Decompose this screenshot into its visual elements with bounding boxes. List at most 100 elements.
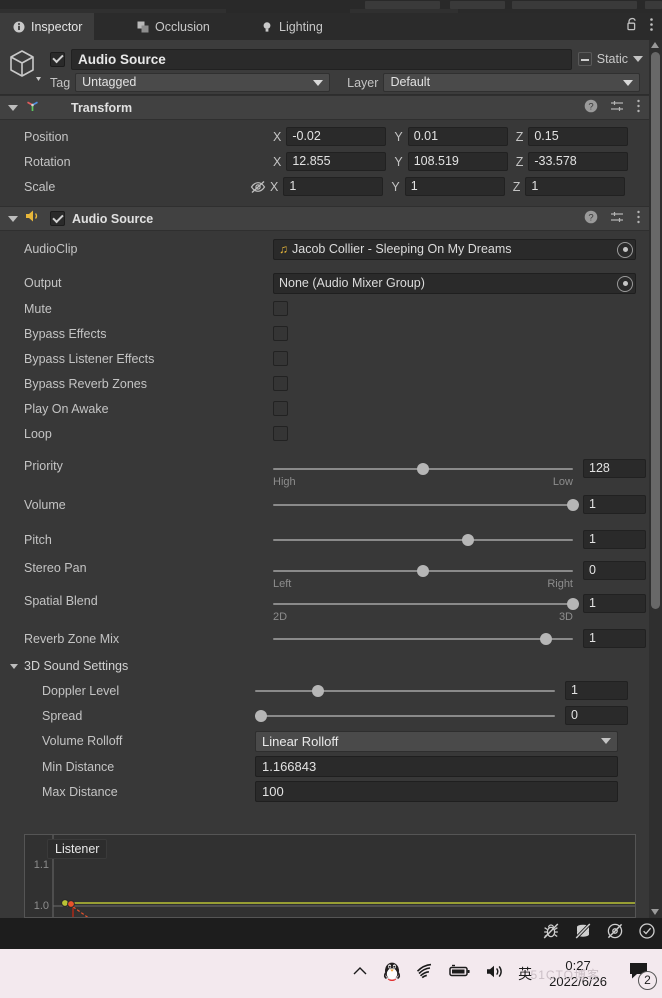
output-row: Output None (Audio Mixer Group)	[0, 270, 649, 296]
pitch-label: Pitch	[24, 532, 52, 547]
slider-thumb[interactable]	[255, 710, 267, 722]
scale-x-field[interactable]: 1	[283, 177, 384, 196]
volume-icon[interactable]	[485, 963, 505, 985]
pitch-slider[interactable]	[273, 530, 573, 549]
priority-slider[interactable]: High Low	[273, 459, 573, 488]
preset-icon[interactable]	[610, 99, 624, 118]
min-distance-field[interactable]: 1.166843	[255, 756, 618, 777]
reverb-zone-mix-value-field[interactable]: 1	[583, 629, 646, 648]
doppler-level-value-field[interactable]: 1	[565, 681, 628, 700]
bypass-effects-checkbox[interactable]	[273, 326, 288, 341]
loop-row: Loop	[0, 421, 649, 446]
pitch-value-field[interactable]: 1	[583, 530, 646, 549]
tab-lighting[interactable]: Lighting	[248, 13, 335, 40]
slider-thumb[interactable]	[462, 534, 474, 546]
volume-slider[interactable]	[273, 495, 579, 514]
output-picker-icon[interactable]	[617, 275, 633, 292]
rotation-y-field[interactable]: 108.519	[407, 152, 508, 171]
gameobject-enabled-checkbox[interactable]	[50, 51, 65, 67]
spatial-blend-value-field[interactable]: 1	[583, 594, 646, 613]
rotation-label: Rotation	[24, 154, 71, 169]
foldout-arrow-icon[interactable]	[8, 104, 18, 111]
output-object-field[interactable]: None (Audio Mixer Group)	[273, 272, 636, 294]
slider-thumb[interactable]	[417, 463, 429, 475]
layer-dropdown[interactable]: Default	[383, 73, 641, 92]
play-on-awake-row: Play On Awake	[0, 396, 649, 421]
chevron-up-icon[interactable]	[351, 964, 369, 983]
slider-thumb[interactable]	[540, 633, 552, 645]
foldout-arrow-icon[interactable]	[8, 215, 18, 222]
audiosource-enabled-checkbox[interactable]	[50, 211, 65, 226]
bug-off-icon[interactable]	[542, 922, 560, 945]
doppler-level-slider[interactable]	[255, 681, 555, 700]
tab-inspector[interactable]: Inspector	[0, 13, 95, 40]
eye-off-icon[interactable]	[606, 922, 624, 945]
slider-thumb[interactable]	[417, 565, 429, 577]
priority-slider-endlabels: High Low	[273, 476, 573, 488]
stereo-pan-slider[interactable]: Left Right	[273, 561, 573, 590]
priority-value-field[interactable]: 128	[583, 459, 646, 478]
audioclip-object-field[interactable]: ♫ Jacob Collier - Sleeping On My Dreams	[273, 238, 636, 260]
stereo-pan-value-field[interactable]: 0	[583, 561, 646, 580]
bypass-listener-effects-checkbox[interactable]	[273, 351, 288, 366]
spread-slider[interactable]	[255, 706, 555, 725]
audioclip-label: AudioClip	[24, 242, 78, 256]
audioclip-picker-icon[interactable]	[617, 241, 633, 258]
stereo-pan-right-label: Right	[547, 578, 573, 590]
gameobject-name-field[interactable]: Audio Source	[71, 48, 572, 70]
wifi-icon[interactable]	[415, 963, 435, 984]
help-icon[interactable]: ?	[584, 99, 598, 118]
position-x-field[interactable]: -0.02	[286, 127, 387, 146]
ime-indicator[interactable]: 英	[518, 964, 532, 984]
scale-z-field[interactable]: 1	[525, 177, 626, 196]
rotation-z-field[interactable]: -33.578	[528, 152, 629, 171]
stack-off-icon[interactable]	[574, 922, 592, 945]
unlock-icon[interactable]	[626, 17, 639, 36]
slider-thumb[interactable]	[567, 598, 579, 610]
static-toggle[interactable]: Static	[577, 52, 643, 66]
scale-y-field[interactable]: 1	[404, 177, 505, 196]
qq-penguin-icon[interactable]	[382, 960, 402, 987]
tag-dropdown[interactable]: Untagged	[75, 73, 331, 92]
position-z-field[interactable]: 0.15	[528, 127, 629, 146]
check-circle-icon[interactable]	[638, 922, 656, 945]
loop-checkbox[interactable]	[273, 426, 288, 441]
mute-checkbox[interactable]	[273, 301, 288, 316]
notification-center-button[interactable]: 2	[624, 959, 657, 990]
reverb-zone-mix-label: Reverb Zone Mix	[24, 631, 120, 646]
inspector-vertical-scrollbar[interactable]	[649, 40, 662, 918]
foldout-arrow-icon[interactable]	[10, 663, 18, 669]
bypass-reverb-zones-checkbox[interactable]	[273, 376, 288, 391]
scroll-up-arrow-icon[interactable]	[651, 42, 659, 48]
help-icon[interactable]: ?	[584, 210, 598, 229]
unity-toolbar-strip	[0, 0, 662, 13]
tab-occlusion[interactable]: Occlusion	[124, 13, 222, 40]
kebab-menu-icon[interactable]	[636, 99, 641, 118]
reverb-zone-mix-slider[interactable]	[273, 629, 573, 648]
preset-icon[interactable]	[610, 210, 624, 229]
max-distance-field[interactable]: 100	[255, 781, 618, 802]
kebab-menu-icon[interactable]	[649, 17, 654, 37]
spatial-blend-slider[interactable]: 2D 3D	[273, 594, 579, 623]
rotation-x-field[interactable]: 12.855	[286, 152, 387, 171]
kebab-menu-icon[interactable]	[636, 210, 641, 229]
slider-thumb[interactable]	[312, 685, 324, 697]
play-on-awake-checkbox[interactable]	[273, 401, 288, 416]
transform-component-header[interactable]: Transform ?	[0, 95, 649, 120]
spread-value-field[interactable]: 0	[565, 706, 628, 725]
battery-icon[interactable]	[448, 963, 472, 984]
chevron-down-icon[interactable]	[633, 56, 643, 62]
scroll-down-arrow-icon[interactable]	[651, 909, 659, 915]
scale-lock-eye-off-icon[interactable]	[250, 179, 266, 195]
rolloff-curve-graph[interactable]: 1.1 1.0	[24, 834, 636, 932]
volume-value-field[interactable]: 1	[583, 495, 646, 514]
3d-sound-settings-foldout[interactable]: 3D Sound Settings	[0, 654, 649, 678]
position-y-field[interactable]: 0.01	[407, 127, 508, 146]
volume-rolloff-dropdown[interactable]: Linear Rolloff	[255, 730, 618, 752]
priority-row: Priority High Low 128	[0, 454, 649, 488]
taskbar-clock[interactable]: 0:27 2022/6/26	[549, 958, 607, 990]
audiosource-component-header[interactable]: Audio Source ?	[0, 206, 649, 231]
slider-thumb[interactable]	[567, 499, 579, 511]
scrollbar-thumb[interactable]	[651, 52, 660, 609]
output-value: None (Audio Mixer Group)	[279, 276, 425, 290]
